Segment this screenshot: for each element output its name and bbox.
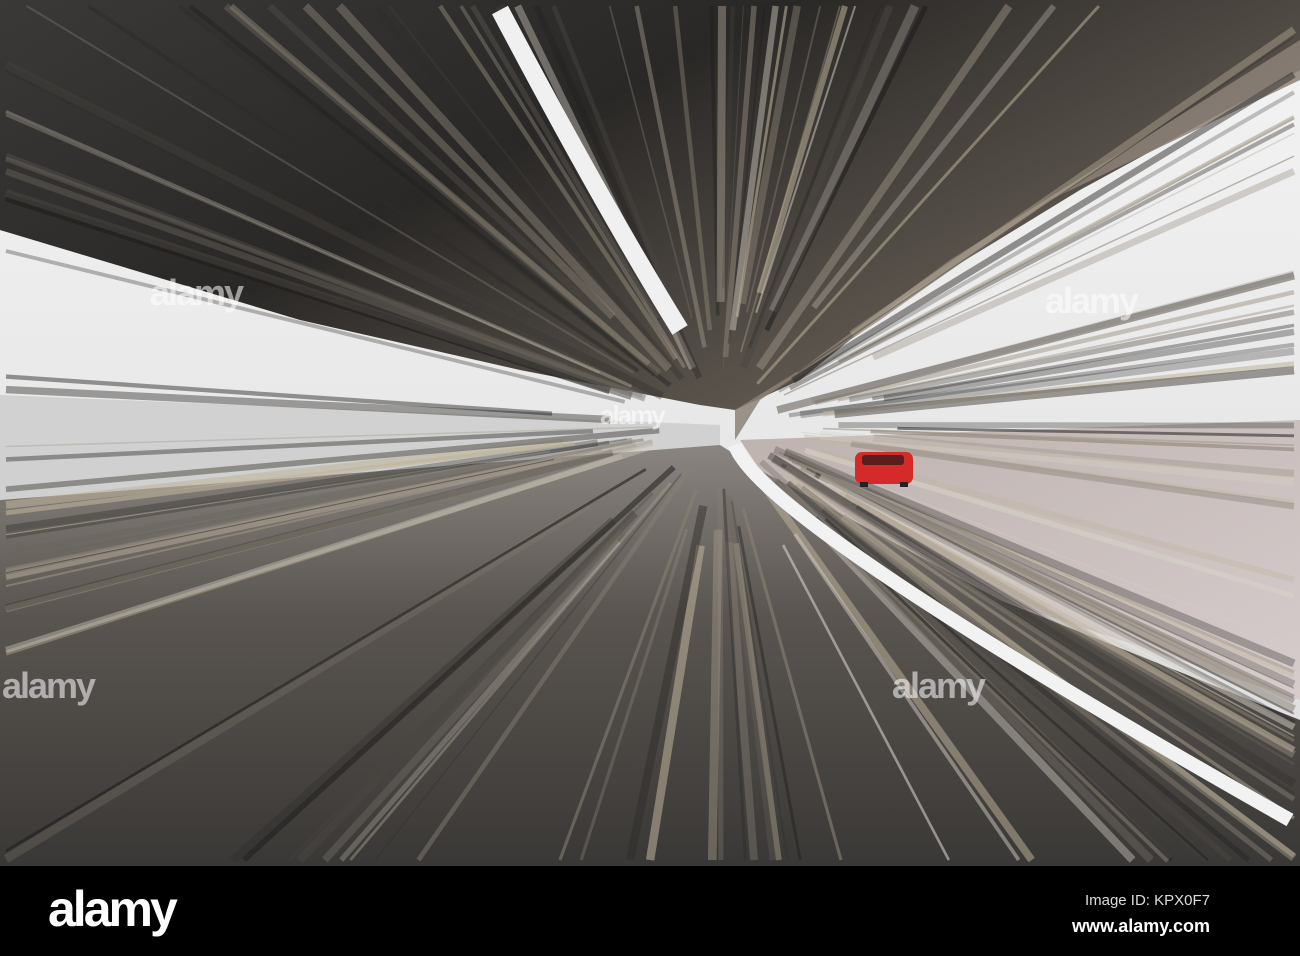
motion-streak (707, 529, 723, 861)
alamy-logo: alamy (48, 881, 178, 937)
motion-streak (716, 5, 727, 302)
watermark: alamy (600, 400, 666, 430)
motion-blur-tunnel-photo (0, 0, 1300, 866)
red-car (855, 452, 913, 487)
watermark: alamy (150, 272, 244, 313)
watermark: alamy (1045, 280, 1139, 321)
stock-photo-frame: alamy alamy alamy alamy alamy alamy Imag… (0, 0, 1300, 956)
watermark: alamy (892, 665, 986, 706)
watermark: alamy (2, 665, 96, 706)
website-link: www.alamy.com (1071, 916, 1210, 936)
footer-bar: alamy Image ID: KPX0F7 www.alamy.com (0, 866, 1300, 956)
image-id: Image ID: KPX0F7 (1084, 892, 1210, 909)
